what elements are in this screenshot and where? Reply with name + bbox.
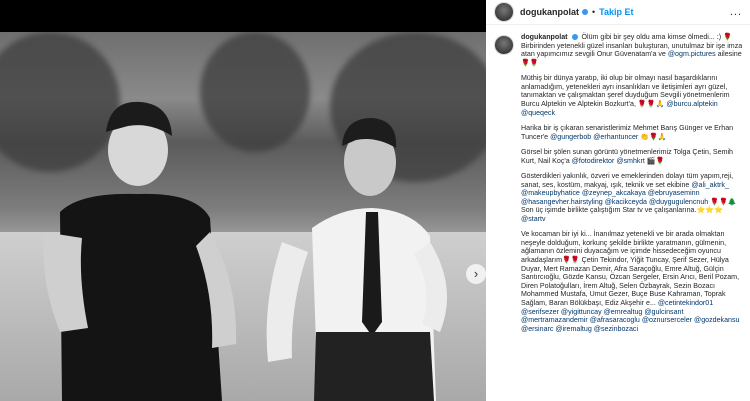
caption-paragraph: dogukanpolat Ölüm gibi bir şey oldu ama … [521,33,744,67]
post-side-panel: dogukanpolat • Takip Et ... dogukanpolat… [486,0,750,401]
mention-link[interactable]: @startv [521,215,546,223]
avatar[interactable] [494,2,514,22]
caption-paragraph: Müthiş bir dünya yaratıp, iki olup bir o… [521,74,744,117]
caption-paragraph: Harika bir iş çıkaran senaristlerimiz Me… [521,124,744,141]
caption-text: dogukanpolat Ölüm gibi bir şey oldu ama … [521,33,744,340]
caption-text-segment: 👏🌹🙏 [638,132,667,141]
caption-username-link[interactable]: dogukanpolat [521,33,568,41]
caption-avatar[interactable] [494,35,514,55]
caption-text-segment: 🎬🌹 [644,156,665,165]
caption-text-segment: Ve kocaman bir iyi ki... İnanılmaz yeten… [521,230,740,308]
mention-link[interactable]: @ogm.pictures [668,50,716,58]
next-photo-arrow-icon[interactable]: › [466,264,486,284]
separator-dot: • [592,7,596,17]
caption-paragraph: Gösterdikleri yakınlık, özveri ve emekle… [521,172,744,224]
two-men-walking-image [43,101,448,401]
more-options-icon[interactable]: ... [730,6,742,18]
follow-button[interactable]: Takip Et [599,7,633,17]
verified-badge-icon [582,9,588,15]
post-header: dogukanpolat • Takip Et ... [486,0,750,25]
verified-badge-icon [571,34,578,41]
post-caption: dogukanpolat Ölüm gibi bir şey oldu ama … [486,33,750,340]
caption-paragraph: Görsel bir şölen sunan görüntü yönetmenl… [521,148,744,165]
caption-paragraph: Ve kocaman bir iyi ki... İnanılmaz yeten… [521,230,744,333]
caption-text-segment: 🌹🌹🌲 [708,197,737,206]
mention-link[interactable]: @gungerbob @erhantuncer [550,133,638,141]
caption-text-segment: Son üç işimde birlikte çalıştığım Star t… [521,206,723,215]
username-link[interactable]: dogukanpolat [520,7,579,17]
post-photo[interactable]: › [0,32,486,401]
mention-link[interactable]: @fotodirektor @smhkrt [572,157,645,165]
